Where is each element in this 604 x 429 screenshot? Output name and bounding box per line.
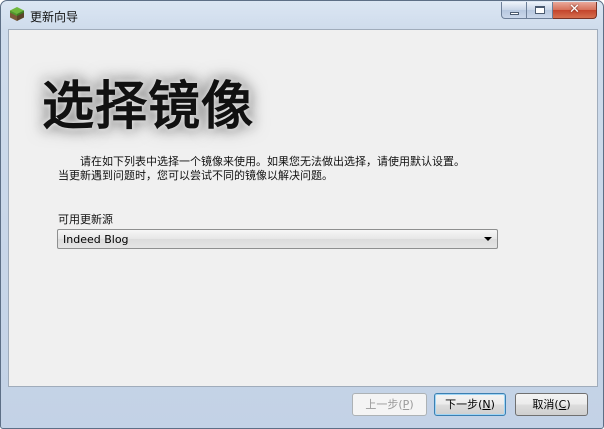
next-button-label: 下一步( xyxy=(445,398,483,411)
back-button-label: 上一步( xyxy=(365,398,403,411)
description-line-2: 当更新遇到问题时，您可以尝试不同的镜像以解决问题。 xyxy=(58,169,333,182)
back-button-close: ) xyxy=(409,398,414,411)
cancel-button[interactable]: 取消(C) xyxy=(515,393,588,416)
description-line-1: 请在如下列表中选择一个镜像来使用。如果您无法做出选择，请使用默认设置。 xyxy=(80,155,465,168)
button-bar: 上一步(P) 下一步(N) 取消(C) xyxy=(1,386,603,428)
cancel-button-close: ) xyxy=(566,398,571,411)
wizard-content: 选择镜像 请在如下列表中选择一个镜像来使用。如果您无法做出选择，请使用默认设置。… xyxy=(8,29,598,387)
next-button-close: ) xyxy=(490,398,495,411)
page-heading: 选择镜像 xyxy=(42,77,255,137)
update-wizard-window: 更新向导 ✕ 选择镜像 请在如下列表中选择一个镜像来使用。如果您无法做出选择，请… xyxy=(0,0,604,429)
minimize-icon xyxy=(510,12,519,15)
next-button-accel: N xyxy=(482,398,491,411)
close-button[interactable]: ✕ xyxy=(553,2,597,19)
source-label: 可用更新源 xyxy=(58,213,113,226)
window-title: 更新向导 xyxy=(30,10,79,24)
cancel-button-label: 取消( xyxy=(532,398,559,411)
title-bar[interactable]: 更新向导 ✕ xyxy=(1,1,603,28)
description: 请在如下列表中选择一个镜像来使用。如果您无法做出选择，请使用默认设置。 当更新遇… xyxy=(58,155,578,183)
maximize-icon xyxy=(535,6,545,14)
chevron-down-icon[interactable] xyxy=(484,237,492,241)
back-button[interactable]: 上一步(P) xyxy=(352,393,427,416)
close-icon: ✕ xyxy=(569,2,580,17)
grass-block-icon xyxy=(10,7,24,21)
source-select[interactable]: Indeed Blog xyxy=(57,229,498,249)
minimize-button[interactable] xyxy=(501,2,527,19)
maximize-button[interactable] xyxy=(527,2,553,19)
source-select-value: Indeed Blog xyxy=(63,233,129,246)
next-button[interactable]: 下一步(N) xyxy=(434,393,506,416)
